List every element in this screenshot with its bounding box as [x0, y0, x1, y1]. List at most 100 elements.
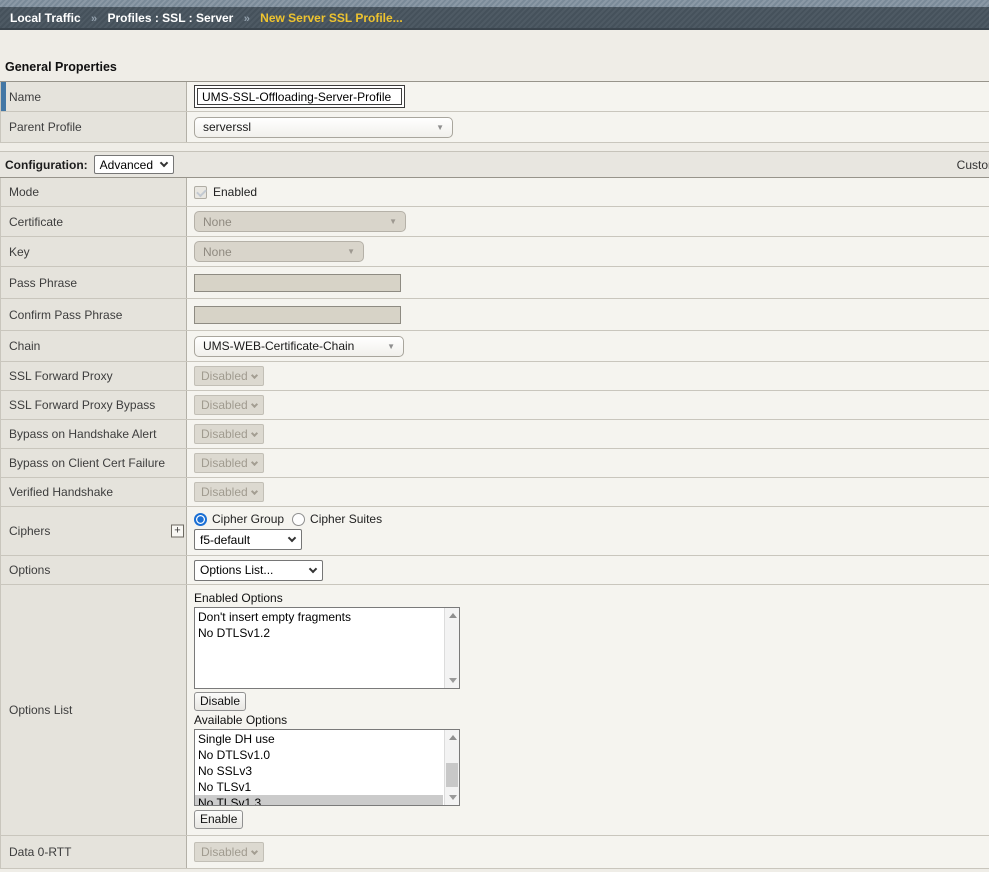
options-label: Options — [1, 556, 187, 584]
listbox-option[interactable]: Don't insert empty fragments — [195, 609, 443, 625]
chevron-down-icon — [251, 847, 258, 854]
enable-button[interactable]: Enable — [194, 810, 243, 829]
breadcrumb-separator: » — [237, 13, 257, 25]
breadcrumb: Local Traffic » Profiles : SSL : Server … — [0, 7, 989, 30]
section-title-general-properties: General Properties — [5, 60, 989, 74]
configuration-header: Configuration: Advanced Custom — [0, 151, 989, 178]
ssl-forward-proxy-select[interactable]: Disabled — [194, 366, 264, 386]
chevron-down-icon — [309, 564, 317, 572]
name-input-focus-ring — [194, 85, 405, 108]
parent-profile-select[interactable]: serverssl ▼ — [194, 117, 453, 138]
confirm-pass-phrase-input[interactable] — [194, 306, 401, 324]
scroll-down-icon[interactable] — [449, 678, 457, 683]
scroll-up-icon[interactable] — [449, 613, 457, 618]
chevron-down-icon: ▼ — [387, 342, 395, 351]
custom-column-header: Custom — [957, 158, 989, 172]
row-ssl-forward-proxy: SSL Forward Proxy Disabled — [0, 362, 989, 391]
listbox-option[interactable]: No SSLv3 — [195, 763, 443, 779]
scrollbar[interactable] — [444, 608, 459, 688]
scrollbar-thumb[interactable] — [446, 763, 458, 787]
bypass-on-handshake-alert-select[interactable]: Disabled — [194, 424, 264, 444]
configuration-table: Mode Enabled Certificate None ▼ Key None… — [0, 178, 989, 869]
available-options-label: Available Options — [194, 713, 287, 727]
row-verified-handshake: Verified Handshake Disabled — [0, 478, 989, 507]
chevron-down-icon — [251, 429, 258, 436]
bypass-on-handshake-alert-label: Bypass on Handshake Alert — [1, 420, 187, 448]
chevron-down-icon — [251, 371, 258, 378]
breadcrumb-link-profiles-ssl-server[interactable]: Profiles : SSL : Server — [108, 11, 234, 25]
general-properties-table: Name Parent Profile serverssl ▼ — [0, 81, 989, 143]
scroll-up-icon[interactable] — [449, 735, 457, 740]
scroll-down-icon[interactable] — [449, 795, 457, 800]
cipher-suites-radio-label: Cipher Suites — [310, 512, 382, 526]
name-input[interactable] — [197, 88, 402, 105]
row-chain: Chain UMS-WEB-Certificate-Chain ▼ — [0, 331, 989, 362]
configuration-label: Configuration: — [5, 158, 88, 172]
row-data-0rtt: Data 0-RTT Disabled — [0, 836, 989, 869]
listbox-option[interactable]: No DTLSv1.2 — [195, 625, 443, 641]
breadcrumb-current: New Server SSL Profile... — [260, 11, 403, 25]
listbox-option[interactable]: Single DH use — [195, 731, 443, 747]
row-parent-profile: Parent Profile serverssl ▼ — [0, 112, 989, 143]
cipher-suites-radio[interactable] — [292, 513, 305, 526]
ssl-forward-proxy-bypass-select[interactable]: Disabled — [194, 395, 264, 415]
scrollbar[interactable] — [444, 730, 459, 805]
row-ssl-forward-proxy-bypass: SSL Forward Proxy Bypass Disabled — [0, 391, 989, 420]
available-options-listbox[interactable]: Single DH useNo DTLSv1.0No SSLv3No TLSv1… — [194, 729, 460, 806]
pass-phrase-label: Pass Phrase — [1, 267, 187, 298]
row-bypass-on-handshake-alert: Bypass on Handshake Alert Disabled — [0, 420, 989, 449]
mode-checkbox[interactable] — [194, 186, 207, 199]
chevron-down-icon — [160, 159, 168, 167]
chevron-down-icon: ▼ — [436, 123, 444, 132]
chain-label: Chain — [1, 331, 187, 361]
certificate-label: Certificate — [1, 207, 187, 236]
mode-checkbox-label: Enabled — [213, 185, 257, 199]
row-confirm-pass-phrase: Confirm Pass Phrase — [0, 299, 989, 331]
key-label: Key — [1, 237, 187, 266]
bypass-on-client-cert-failure-select[interactable]: Disabled — [194, 453, 264, 473]
row-mode: Mode Enabled — [0, 178, 989, 207]
expand-button[interactable]: + — [171, 525, 184, 538]
chain-select[interactable]: UMS-WEB-Certificate-Chain ▼ — [194, 336, 404, 357]
row-pass-phrase: Pass Phrase — [0, 267, 989, 299]
row-ciphers: Ciphers + Cipher Group Cipher Suites f5-… — [0, 507, 989, 556]
options-select[interactable]: Options List... — [194, 560, 323, 581]
cipher-group-radio-label: Cipher Group — [212, 512, 284, 526]
verified-handshake-select[interactable]: Disabled — [194, 482, 264, 502]
listbox-option[interactable]: No TLSv1 — [195, 779, 443, 795]
cipher-group-radio[interactable] — [194, 513, 207, 526]
chevron-down-icon — [251, 400, 258, 407]
configuration-level-select[interactable]: Advanced — [94, 155, 174, 174]
listbox-option[interactable]: No DTLSv1.0 — [195, 747, 443, 763]
pass-phrase-input[interactable] — [194, 274, 401, 292]
verified-handshake-label: Verified Handshake — [1, 478, 187, 506]
row-name: Name — [0, 82, 989, 112]
row-bypass-on-client-cert-failure: Bypass on Client Cert Failure Disabled — [0, 449, 989, 478]
key-select[interactable]: None ▼ — [194, 241, 364, 262]
options-list-label: Options List — [1, 585, 187, 835]
confirm-pass-phrase-label: Confirm Pass Phrase — [1, 299, 187, 330]
data-0rtt-select[interactable]: Disabled — [194, 842, 264, 862]
chevron-down-icon — [251, 458, 258, 465]
bypass-on-client-cert-failure-label: Bypass on Client Cert Failure — [1, 449, 187, 477]
chevron-down-icon: ▼ — [347, 247, 355, 256]
chevron-down-icon — [251, 487, 258, 494]
row-options-list: Options List Enabled Options Don't inser… — [0, 585, 989, 836]
cipher-group-select[interactable]: f5-default — [194, 529, 302, 550]
data-0rtt-label: Data 0-RTT — [1, 836, 187, 868]
chevron-down-icon — [288, 534, 296, 542]
row-options: Options Options List... — [0, 556, 989, 585]
row-key: Key None ▼ — [0, 237, 989, 267]
top-strip — [0, 0, 989, 7]
enabled-options-label: Enabled Options — [194, 591, 283, 605]
row-certificate: Certificate None ▼ — [0, 207, 989, 237]
certificate-select[interactable]: None ▼ — [194, 211, 406, 232]
ciphers-label: Ciphers + — [1, 507, 187, 555]
chevron-down-icon: ▼ — [389, 217, 397, 226]
ssl-forward-proxy-label: SSL Forward Proxy — [1, 362, 187, 390]
disable-button[interactable]: Disable — [194, 692, 246, 711]
enabled-options-listbox[interactable]: Don't insert empty fragmentsNo DTLSv1.2 — [194, 607, 460, 689]
listbox-option[interactable]: No TLSv1.3 — [195, 795, 443, 806]
breadcrumb-link-local-traffic[interactable]: Local Traffic — [10, 11, 81, 25]
mode-label: Mode — [1, 178, 187, 206]
